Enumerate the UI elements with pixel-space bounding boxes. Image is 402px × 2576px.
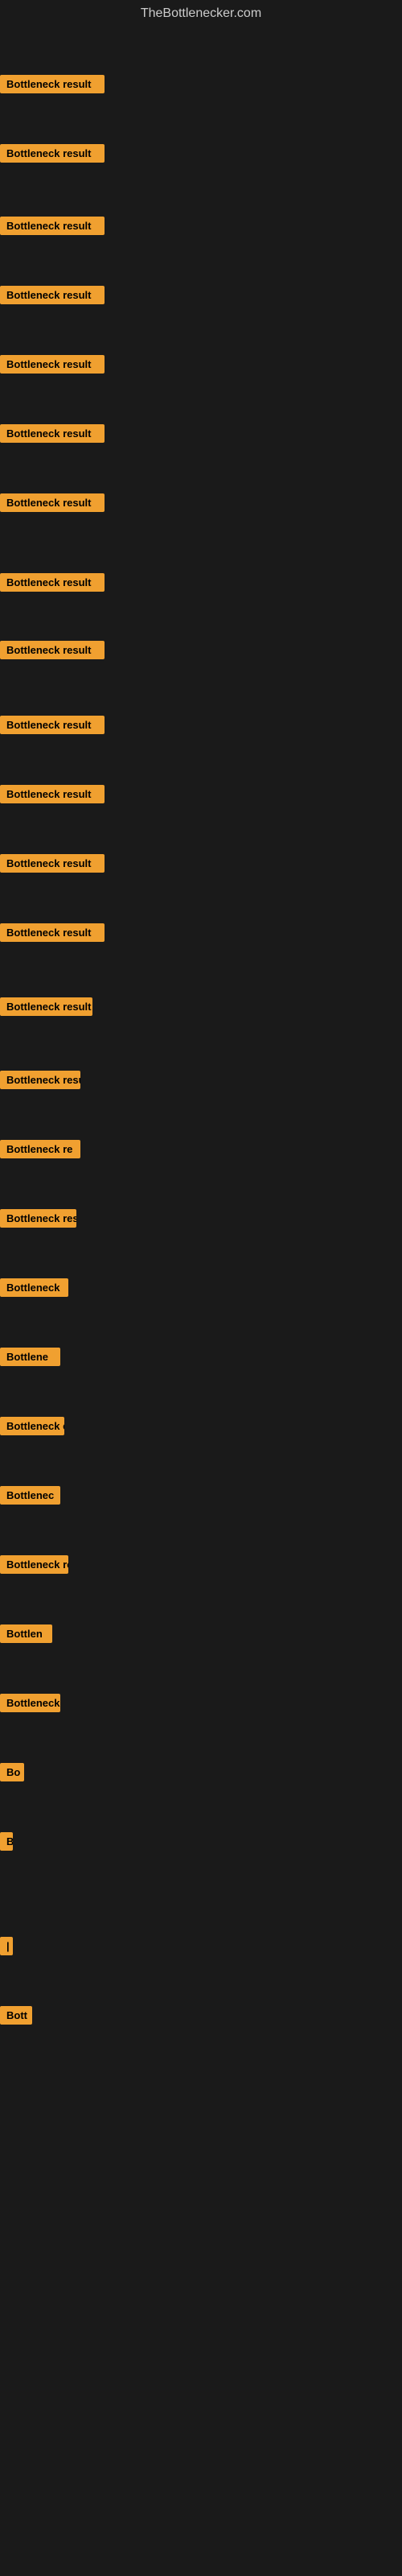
bottleneck-badge-27[interactable]: | <box>0 1937 13 1955</box>
bottleneck-badge-23[interactable]: Bottlen <box>0 1624 52 1643</box>
bottleneck-row-18: Bottleneck <box>0 1278 68 1301</box>
bottleneck-row-11: Bottleneck result <box>0 785 105 807</box>
bottleneck-row-16: Bottleneck re <box>0 1140 80 1162</box>
bottleneck-badge-17[interactable]: Bottleneck resu <box>0 1209 76 1228</box>
bottleneck-badge-9[interactable]: Bottleneck result <box>0 641 105 659</box>
bottleneck-row-14: Bottleneck result <box>0 997 92 1020</box>
bottleneck-row-24: Bottleneck <box>0 1694 60 1716</box>
bottleneck-row-5: Bottleneck result <box>0 355 105 378</box>
bottleneck-badge-24[interactable]: Bottleneck <box>0 1694 60 1712</box>
bottleneck-badge-12[interactable]: Bottleneck result <box>0 854 105 873</box>
bottleneck-badge-25[interactable]: Bo <box>0 1763 24 1781</box>
bottleneck-badge-22[interactable]: Bottleneck re <box>0 1555 68 1574</box>
site-title: TheBottlenecker.com <box>0 0 402 29</box>
bottleneck-badge-16[interactable]: Bottleneck re <box>0 1140 80 1158</box>
bottleneck-row-19: Bottlene <box>0 1348 60 1370</box>
bottleneck-row-7: Bottleneck result <box>0 493 105 516</box>
bottleneck-row-17: Bottleneck resu <box>0 1209 76 1232</box>
bottleneck-row-13: Bottleneck result <box>0 923 105 946</box>
bottleneck-row-1: Bottleneck result <box>0 75 105 97</box>
bottleneck-row-12: Bottleneck result <box>0 854 105 877</box>
bottleneck-badge-19[interactable]: Bottlene <box>0 1348 60 1366</box>
bottleneck-badge-6[interactable]: Bottleneck result <box>0 424 105 443</box>
bottleneck-badge-26[interactable]: B <box>0 1832 13 1851</box>
bottleneck-row-28: Bott <box>0 2006 32 2029</box>
bottleneck-badge-13[interactable]: Bottleneck result <box>0 923 105 942</box>
bottleneck-badge-7[interactable]: Bottleneck result <box>0 493 105 512</box>
bottleneck-row-4: Bottleneck result <box>0 286 105 308</box>
bottleneck-badge-10[interactable]: Bottleneck result <box>0 716 105 734</box>
bottleneck-row-22: Bottleneck re <box>0 1555 68 1578</box>
bottleneck-row-3: Bottleneck result <box>0 217 105 239</box>
bottleneck-badge-28[interactable]: Bott <box>0 2006 32 2025</box>
bottleneck-row-15: Bottleneck result <box>0 1071 80 1093</box>
bottleneck-row-21: Bottlenec <box>0 1486 60 1509</box>
bottleneck-badge-18[interactable]: Bottleneck <box>0 1278 68 1297</box>
bottleneck-row-27: | <box>0 1937 13 1959</box>
bottleneck-badge-4[interactable]: Bottleneck result <box>0 286 105 304</box>
bottleneck-row-8: Bottleneck result <box>0 573 105 596</box>
bottleneck-badge-20[interactable]: Bottleneck e <box>0 1417 64 1435</box>
bottleneck-row-26: B <box>0 1832 13 1855</box>
bottleneck-row-2: Bottleneck result <box>0 144 105 167</box>
bottleneck-row-9: Bottleneck result <box>0 641 105 663</box>
bottleneck-row-23: Bottlen <box>0 1624 52 1647</box>
bottleneck-row-10: Bottleneck result <box>0 716 105 738</box>
bottleneck-badge-2[interactable]: Bottleneck result <box>0 144 105 163</box>
bottleneck-badge-15[interactable]: Bottleneck result <box>0 1071 80 1089</box>
bottleneck-badge-3[interactable]: Bottleneck result <box>0 217 105 235</box>
bottleneck-badge-1[interactable]: Bottleneck result <box>0 75 105 93</box>
bottleneck-row-25: Bo <box>0 1763 24 1785</box>
bottleneck-badge-5[interactable]: Bottleneck result <box>0 355 105 374</box>
bottleneck-badge-14[interactable]: Bottleneck result <box>0 997 92 1016</box>
bottleneck-row-6: Bottleneck result <box>0 424 105 447</box>
bottleneck-badge-21[interactable]: Bottlenec <box>0 1486 60 1505</box>
bottleneck-badge-8[interactable]: Bottleneck result <box>0 573 105 592</box>
bottleneck-row-20: Bottleneck e <box>0 1417 64 1439</box>
bottleneck-badge-11[interactable]: Bottleneck result <box>0 785 105 803</box>
